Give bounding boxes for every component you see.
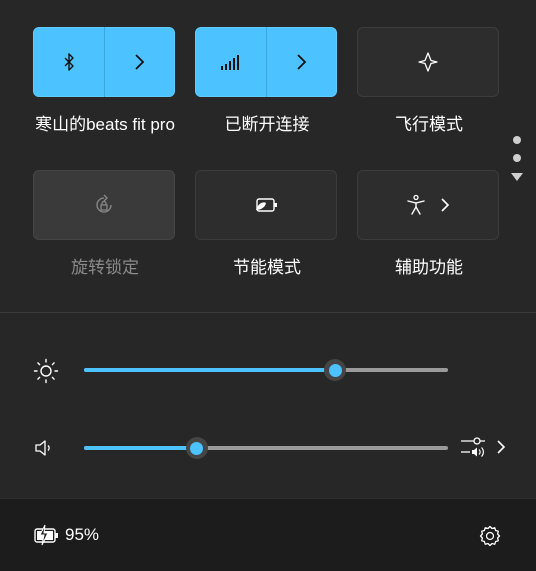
cellular-toggle-button[interactable]: [196, 27, 266, 97]
bluetooth-toggle-button[interactable]: [34, 27, 104, 97]
page-dot[interactable]: [513, 136, 521, 144]
audio-output-button[interactable]: [460, 434, 506, 460]
page-dot[interactable]: [513, 154, 521, 162]
sun-icon: [33, 358, 59, 384]
battery-saver-icon: [253, 195, 279, 215]
page-indicator: [510, 136, 524, 182]
volume-fill: [84, 446, 197, 450]
volume-slider[interactable]: [84, 437, 448, 459]
chevron-right-icon: [295, 53, 307, 71]
rotation-lock-icon: [92, 193, 116, 217]
audio-mixer-icon: [460, 434, 488, 460]
bluetooth-tile: [33, 27, 175, 97]
brightness-row: [0, 350, 536, 390]
battery-saver-tile[interactable]: [195, 170, 337, 240]
accessibility-label: 辅助功能: [395, 258, 463, 277]
volume-thumb[interactable]: [185, 437, 208, 459]
cellular-signal-icon: [220, 53, 242, 71]
cellular-expand-button[interactable]: [267, 27, 337, 97]
battery-saver-label: 节能模式: [233, 258, 301, 277]
bluetooth-tile-label: 寒山的beats fit pro: [35, 115, 175, 134]
page-down-icon[interactable]: [510, 172, 524, 182]
chevron-right-icon: [440, 197, 450, 213]
rotation-lock-tile[interactable]: [33, 170, 175, 240]
bluetooth-icon: [61, 52, 77, 72]
cellular-tile: [195, 27, 337, 97]
bluetooth-expand-button[interactable]: [105, 27, 175, 97]
battery-percent[interactable]: 95%: [65, 525, 99, 545]
sliders-panel: [0, 312, 536, 499]
rotation-lock-label: 旋转锁定: [71, 258, 139, 277]
brightness-thumb[interactable]: [324, 359, 347, 381]
battery-charging-icon[interactable]: [33, 524, 61, 546]
accessibility-icon: [406, 194, 426, 216]
chevron-right-icon: [133, 53, 145, 71]
brightness-fill: [84, 368, 336, 372]
gear-icon[interactable]: [478, 524, 502, 548]
brightness-slider[interactable]: [84, 359, 448, 381]
cellular-tile-label: 已断开连接: [224, 115, 310, 134]
chevron-right-icon: [496, 439, 506, 455]
airplane-mode-label: 飞行模式: [395, 115, 463, 134]
accessibility-tile[interactable]: [357, 170, 499, 240]
airplane-mode-tile[interactable]: [357, 27, 499, 97]
speaker-icon[interactable]: [34, 438, 54, 458]
airplane-icon: [416, 50, 440, 74]
volume-row: [0, 428, 536, 468]
